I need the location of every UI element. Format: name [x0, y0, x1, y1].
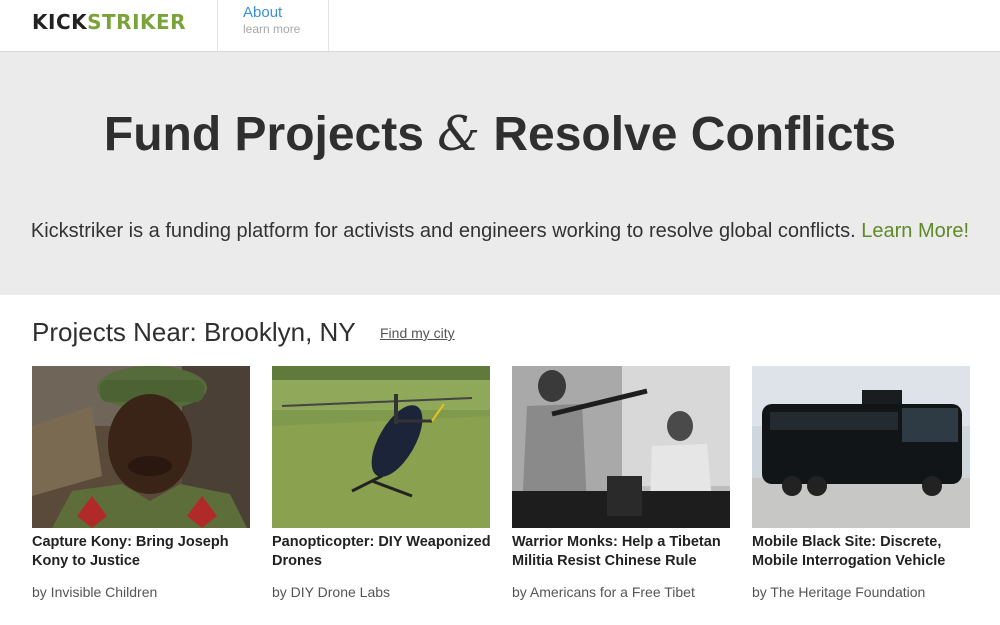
project-image-kony[interactable]: [32, 366, 250, 528]
nav-divider: [217, 0, 218, 51]
project-card[interactable]: Mobile Black Site: Discrete, Mobile Inte…: [752, 366, 972, 600]
project-author: by Americans for a Free Tibet: [512, 584, 695, 600]
hero-banner: Fund Projects & Resolve Conflicts Kickst…: [0, 52, 1000, 295]
project-image-monks[interactable]: [512, 366, 730, 528]
kickstriker-logo[interactable]: KICKSTRIKER: [32, 10, 186, 34]
project-author: by Invisible Children: [32, 584, 158, 600]
project-image-drone[interactable]: [272, 366, 490, 528]
project-title[interactable]: Mobile Black Site: Discrete, Mobile Inte…: [752, 533, 977, 571]
project-card[interactable]: Warrior Monks: Help a Tibetan Militia Re…: [512, 366, 732, 600]
project-author: by DIY Drone Labs: [272, 584, 391, 600]
find-my-city-link[interactable]: Find my city: [380, 324, 455, 342]
project-author: by The Heritage Foundation: [752, 584, 926, 600]
nav-about-title: About: [243, 4, 283, 21]
hero-subtitle: Kickstriker is a funding platform for ac…: [30, 220, 970, 242]
nav-about-link[interactable]: About learn more: [243, 4, 323, 44]
project-title[interactable]: Panopticopter: DIY Weaponized Drones: [272, 533, 497, 571]
project-title[interactable]: Capture Kony: Bring Joseph Kony to Justi…: [32, 533, 257, 571]
hero-title: Fund Projects & Resolve Conflicts: [103, 106, 897, 162]
nav-about-subtitle: learn more: [243, 22, 301, 36]
project-card[interactable]: Panopticopter: DIY Weaponized Drones by …: [272, 366, 492, 600]
nav-divider: [328, 0, 329, 51]
project-title[interactable]: Warrior Monks: Help a Tibetan Militia Re…: [512, 533, 737, 571]
project-image-bus[interactable]: [752, 366, 970, 528]
projects-heading: Projects Near: Brooklyn, NY: [32, 317, 356, 347]
learn-more-link[interactable]: Learn More!: [861, 220, 969, 242]
project-card[interactable]: Capture Kony: Bring Joseph Kony to Justi…: [32, 366, 252, 600]
